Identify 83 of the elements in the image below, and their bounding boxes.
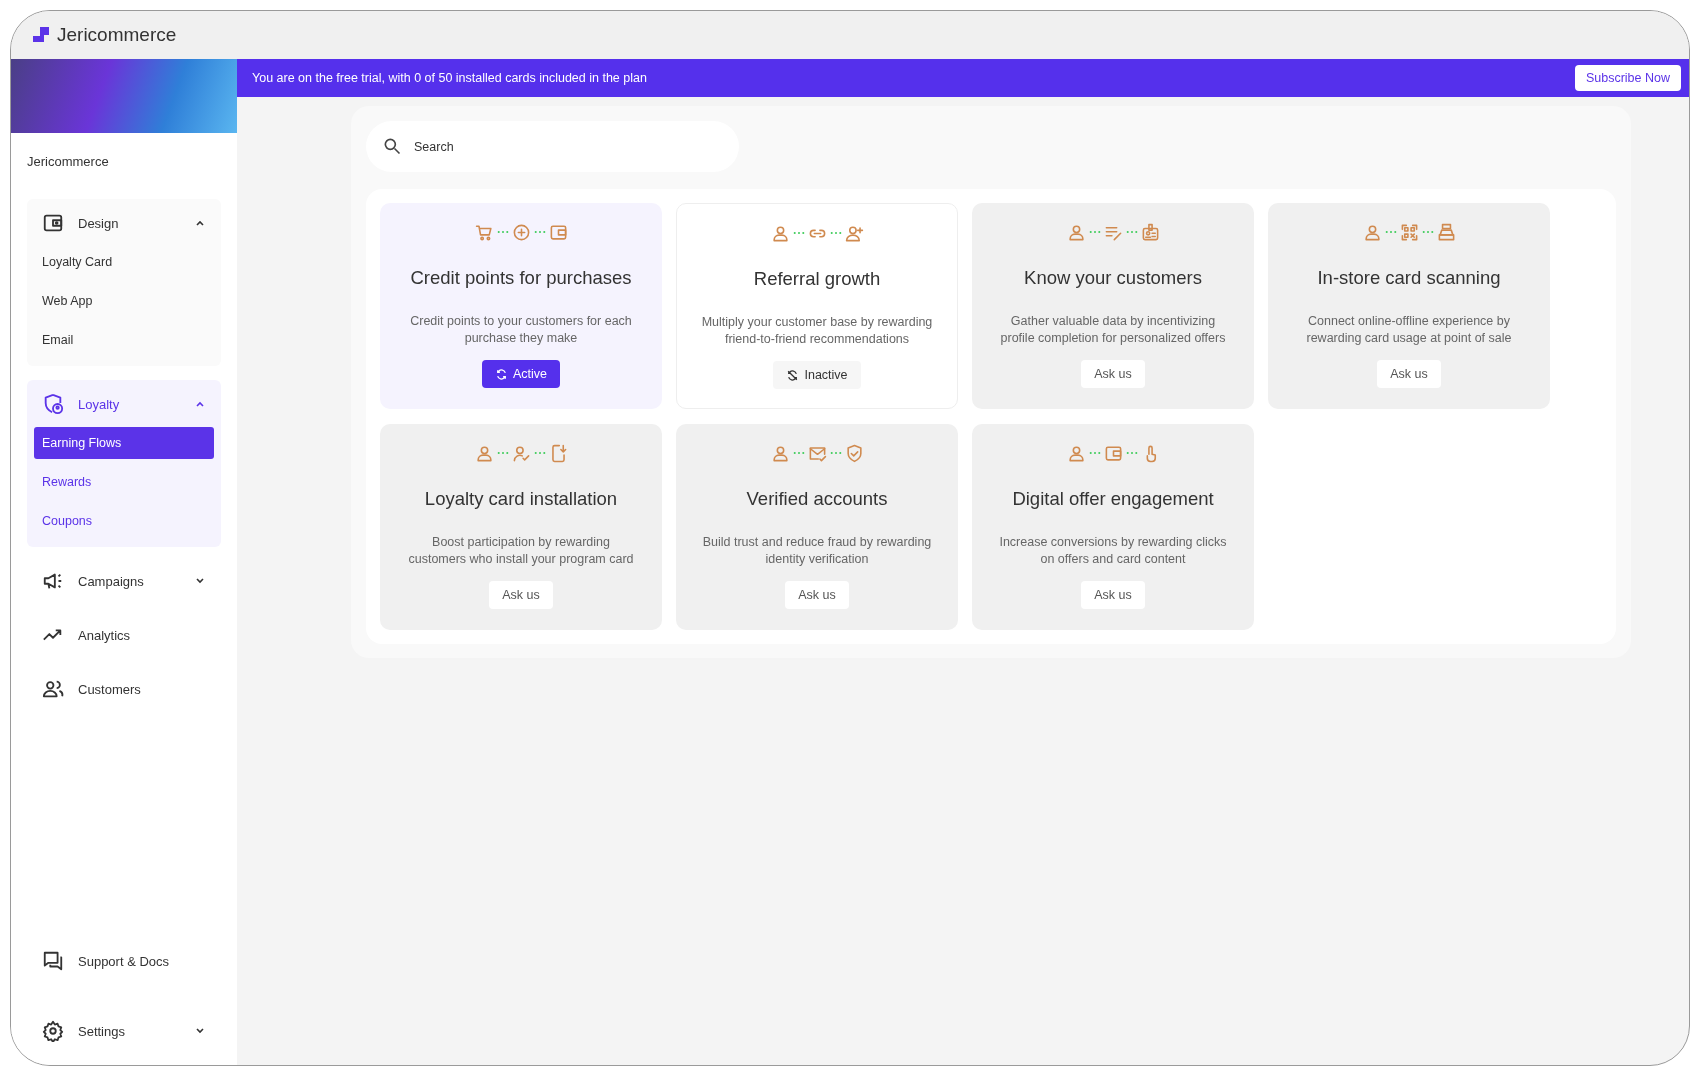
person-icon [1066,222,1086,242]
dotted-line [533,230,546,234]
app-name: Jericommerce [57,24,177,46]
card-description: Increase conversions by rewarding clicks on offers and card content [998,534,1228,568]
nav-subitem[interactable]: Web App [34,285,214,317]
person-add-icon [844,223,864,243]
register-icon [1436,222,1456,242]
dotted-line [496,451,509,455]
person-icon [1066,443,1086,463]
dotted-line [1125,451,1138,455]
plus-circle-icon [511,222,531,242]
flow-card[interactable]: In-store card scanning Connect online-offline experience by rewarding card usage at point of sale Ask us [1268,203,1550,409]
nav-subitem[interactable]: Coupons [34,505,214,537]
dotted-line [1088,451,1101,455]
dotted-line [829,231,842,235]
chat-icon [42,950,64,972]
nav-item[interactable]: Analytics [78,627,214,643]
dotted-line [1125,230,1138,234]
logo-icon [31,25,51,45]
card-description: Boost participation by rewarding customers who install your program card [407,534,635,568]
dotted-line [1421,230,1434,234]
nav-item[interactable]: Support & Docs [78,953,214,969]
ask-button[interactable]: Ask us [1081,360,1145,388]
dotted-line [533,451,546,455]
gear-icon [42,1020,64,1042]
nav-subitem[interactable]: Loyalty Card [34,246,214,278]
dotted-line [829,451,842,455]
nav-subitem[interactable]: Email [34,324,214,356]
wallet-icon [1103,443,1123,463]
card-description: Connect online-offline experience by rewarding card usage at point of sale [1305,313,1513,347]
card-title: Loyalty card installation [424,488,618,510]
cart-icon [474,222,494,242]
sync-off-icon [786,368,800,382]
dotted-line [1088,230,1101,234]
dotted-line [792,231,805,235]
nav-item[interactable]: Settings [78,1023,180,1039]
dotted-line [1384,230,1397,234]
person-check-icon [511,443,531,463]
card-title: Credit points for purchases [410,267,632,289]
flow-card[interactable]: Digital offer engagement Increase conversions by rewarding clicks on offers and card content Ask us [972,424,1254,630]
flow-card[interactable]: Know your customers Gather valuable data by incentivizing profile completion for personalized offers Ask us [972,203,1254,409]
dotted-line [496,230,509,234]
nav-item[interactable]: Campaigns [78,573,180,589]
card-description: Build trust and reduce fraud by rewarding identity verification [701,534,933,568]
person-icon [770,223,790,243]
shield-check-icon [844,443,864,463]
card-title: Referral growth [753,268,881,290]
ask-button[interactable]: Ask us [1377,360,1441,388]
ask-button[interactable]: Ask us [785,581,849,609]
qr-icon [1399,222,1419,242]
status-button[interactable]: Active [481,360,560,388]
card-title: Digital offer engagement [1012,488,1214,510]
card-title: Know your customers [1024,267,1202,289]
person-icon [474,443,494,463]
person-icon [770,443,790,463]
subscribe-button[interactable]: Subscribe Now [1574,65,1681,91]
banner-message: You are on the free trial, with 0 of 50 installed cards included in the plan [252,71,647,85]
flow-card[interactable]: Credit points for purchases Credit points to your customers for each purchase they make Active [380,203,662,409]
dotted-line [792,451,805,455]
ask-button[interactable]: Ask us [1081,581,1145,609]
search-field[interactable]: Search [366,121,739,172]
flow-card[interactable]: Verified accounts Build trust and reduce fraud by rewarding identity verification Ask us [676,424,958,630]
ask-button[interactable]: Ask us [489,581,553,609]
card-icon [42,212,64,234]
card-description: Credit points to your customers for each purchase they make [409,313,633,347]
workspace-name: Jericommerce [26,153,110,171]
nav-subitem[interactable]: Earning Flows [34,427,214,459]
flow-card[interactable]: Loyalty card installation Boost participation by rewarding customers who install your program card Ask us [380,424,662,630]
card-title: Verified accounts [746,488,888,510]
nav-subitem[interactable]: Rewards [34,466,214,498]
card-description: Multiply your customer base by rewarding friend-to-friend recommendations [700,314,934,348]
card-title: In-store card scanning [1317,267,1501,289]
wallet-icon [548,222,568,242]
nav-item[interactable]: Loyalty [78,396,180,412]
person-icon [1362,222,1382,242]
nav-item[interactable]: Customers [78,681,214,697]
people-icon [42,678,64,700]
card-description: Gather valuable data by incentivizing profile completion for personalized offers [999,313,1227,347]
shield-person-icon [42,393,64,415]
id-badge-icon [1140,222,1160,242]
sync-icon [494,367,508,381]
nav-item[interactable]: Design [78,215,180,231]
search-icon [382,136,402,156]
